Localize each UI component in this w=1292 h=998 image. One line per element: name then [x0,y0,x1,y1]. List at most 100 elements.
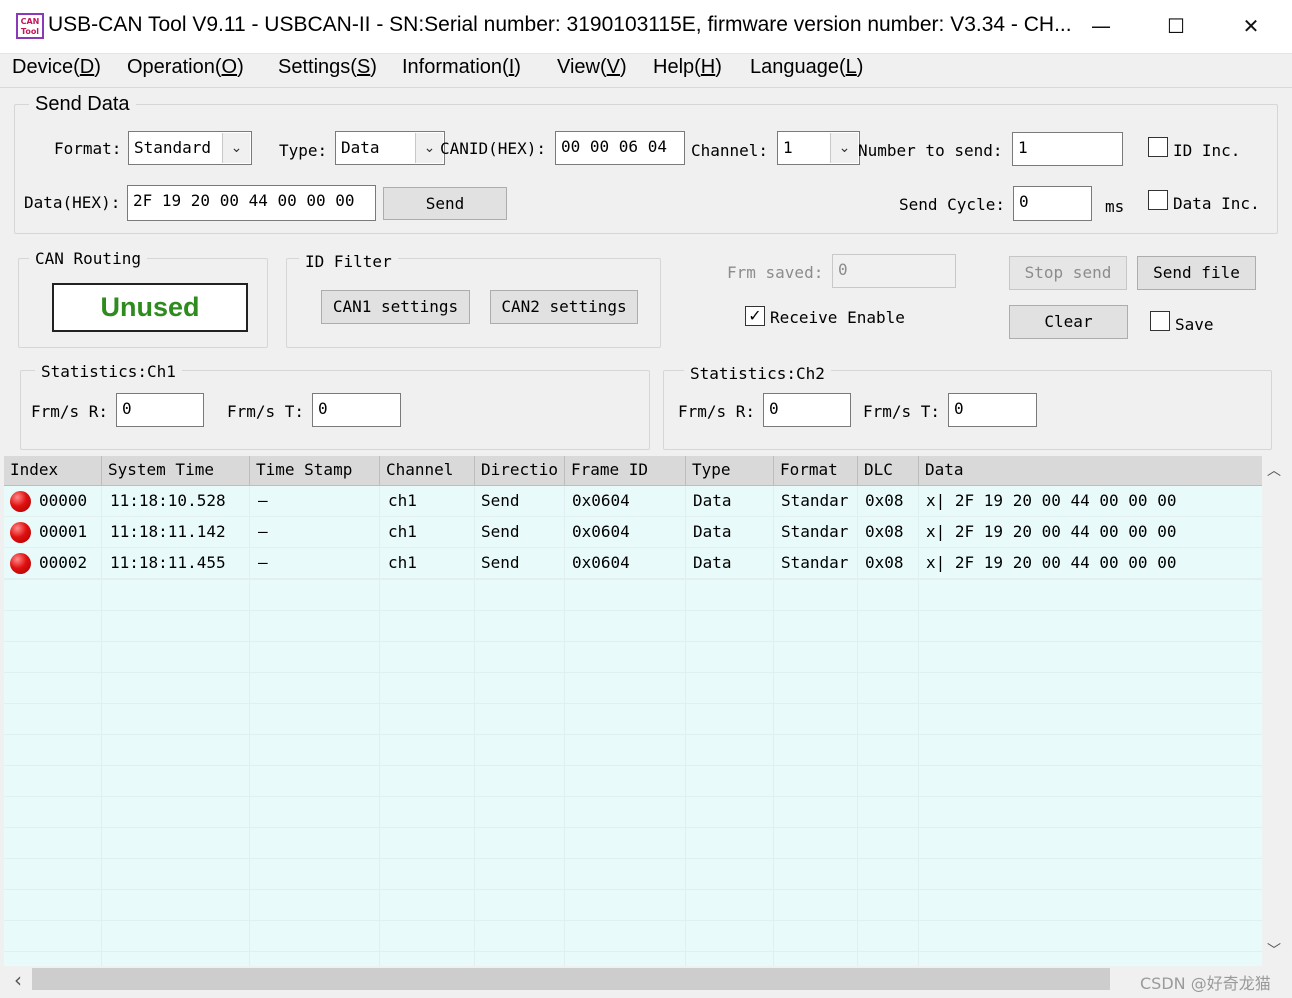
cell-channel: ch1 [388,553,417,572]
id-filter-title: ID Filter [299,252,398,271]
horizontal-scroll-thumb[interactable] [32,968,1110,990]
menu-view[interactable]: View(V) [557,56,627,79]
canid-input[interactable]: 00 00 06 04 [555,131,685,165]
format-label: Format: [54,139,122,158]
frm-saved-input: 0 [832,254,956,288]
save-checkbox[interactable] [1150,311,1170,331]
grid-line [4,672,1262,673]
title-bar: CAN Tool USB-CAN Tool V9.11 - USBCAN-II … [0,0,1292,54]
status-dot-icon [10,553,31,574]
ch2-frm-r-label: Frm/s R: [678,402,756,421]
maximize-button[interactable]: ☐ [1139,0,1213,52]
table-row[interactable]: 00002 11:18:11.455 — ch1 Send 0x0604 Dat… [4,548,1262,579]
receive-enable-checkbox[interactable]: ✓ [745,306,765,326]
column-header-time-stamp[interactable]: Time Stamp [250,456,380,486]
grid-line [4,858,1262,859]
column-header-system-time[interactable]: System Time [102,456,250,486]
scroll-down-icon[interactable]: ﹀ [1262,940,1286,960]
cell-type: Data [693,553,732,572]
send-button[interactable]: Send [383,187,507,220]
grid-line [4,765,1262,766]
menu-help[interactable]: Help(H) [653,56,722,79]
table-row[interactable]: 00001 11:18:11.142 — ch1 Send 0x0604 Dat… [4,517,1262,548]
can2-settings-button[interactable]: CAN2 settings [490,290,638,324]
type-select[interactable]: Data ⌄ [335,131,445,165]
ch2-frm-t-value: 0 [948,393,1037,427]
canid-label: CANID(HEX): [440,139,546,158]
stop-send-button[interactable]: Stop send [1009,256,1127,290]
ch1-frm-r-label: Frm/s R: [31,402,109,421]
id-inc-label: ID Inc. [1173,141,1241,160]
menu-bar: Device(D) Operation(O) Settings(S) Infor… [0,54,1292,88]
chevron-down-icon: ⌄ [830,133,858,163]
cell-stamp: — [258,491,268,510]
menu-settings[interactable]: Settings(S) [278,56,377,79]
cell-frame-id: 0x0604 [572,553,630,572]
data-hex-input[interactable]: 2F 19 20 00 44 00 00 00 [127,185,376,221]
menu-information[interactable]: Information(I) [402,56,521,79]
can-routing-title: CAN Routing [29,249,147,268]
table-row[interactable]: 00000 11:18:10.528 — ch1 Send 0x0604 Dat… [4,486,1262,517]
cell-format: Standar [781,553,849,572]
channel-select[interactable]: 1 ⌄ [777,131,860,165]
number-to-send-input[interactable]: 1 [1012,132,1123,166]
send-cycle-unit: ms [1105,197,1125,216]
cell-direction: Send [481,522,520,541]
id-inc-checkbox[interactable] [1148,137,1168,157]
cell-dlc: 0x08 [865,522,904,541]
cell-index: 00000 [39,491,88,510]
send-cycle-input[interactable]: 0 [1013,186,1092,221]
cell-index: 00001 [39,522,88,541]
data-inc-checkbox[interactable] [1148,190,1168,210]
cell-time: 11:18:11.455 [110,553,226,572]
grid-line [4,703,1262,704]
cell-channel: ch1 [388,491,417,510]
ch1-frm-r-value: 0 [116,393,204,427]
cell-type: Data [693,522,732,541]
column-header-format[interactable]: Format [774,456,858,486]
scroll-up-icon[interactable]: ︿ [1262,460,1286,480]
grid-line [4,827,1262,828]
cell-type: Data [693,491,732,510]
ch2-frm-r-value: 0 [763,393,851,427]
column-header-type[interactable]: Type [686,456,774,486]
frm-saved-label: Frm saved: [727,263,824,282]
cell-channel: ch1 [388,522,417,541]
send-file-button[interactable]: Send file [1137,256,1256,290]
menu-language[interactable]: Language(L) [750,56,863,79]
close-button[interactable]: ✕ [1214,0,1288,52]
format-select[interactable]: Standard ⌄ [128,131,252,165]
column-header-data[interactable]: Data [919,456,1262,486]
window-title: USB-CAN Tool V9.11 - USBCAN-II - SN:Seri… [48,13,1072,36]
cell-stamp: — [258,522,268,541]
status-dot-icon [10,491,31,512]
ch1-frm-t-label: Frm/s T: [227,402,305,421]
grid-line [4,641,1262,642]
statistics-ch1-title: Statistics:Ch1 [35,362,182,381]
scroll-left-icon[interactable]: ‹ [8,968,28,992]
grid-line [4,889,1262,890]
clear-button[interactable]: Clear [1009,305,1128,339]
cell-format: Standar [781,491,849,510]
cell-data: x| 2F 19 20 00 44 00 00 00 [926,553,1177,572]
data-hex-label: Data(HEX): [24,193,121,212]
channel-label: Channel: [691,141,769,160]
can1-settings-button[interactable]: CAN1 settings [321,290,470,324]
cell-frame-id: 0x0604 [572,522,630,541]
minimize-button[interactable]: — [1064,0,1138,52]
menu-device[interactable]: Device(D) [12,56,101,79]
grid-line [4,610,1262,611]
vertical-scrollbar[interactable]: ︿ ﹀ [1262,456,1286,966]
menu-operation[interactable]: Operation(O) [127,56,244,79]
message-table[interactable]: Index System Time Time Stamp Channel Dir… [4,456,1262,966]
horizontal-scrollbar[interactable]: ‹ [4,966,1262,994]
column-header-index[interactable]: Index [4,456,102,486]
column-header-dlc[interactable]: DLC [858,456,919,486]
column-header-channel[interactable]: Channel [380,456,475,486]
cell-frame-id: 0x0604 [572,491,630,510]
column-header-direction[interactable]: Directio [475,456,565,486]
can-routing-status[interactable]: Unused [52,283,248,332]
column-header-frame-id[interactable]: Frame ID [565,456,686,486]
grid-line [4,734,1262,735]
number-to-send-label: Number to send: [858,141,1003,160]
